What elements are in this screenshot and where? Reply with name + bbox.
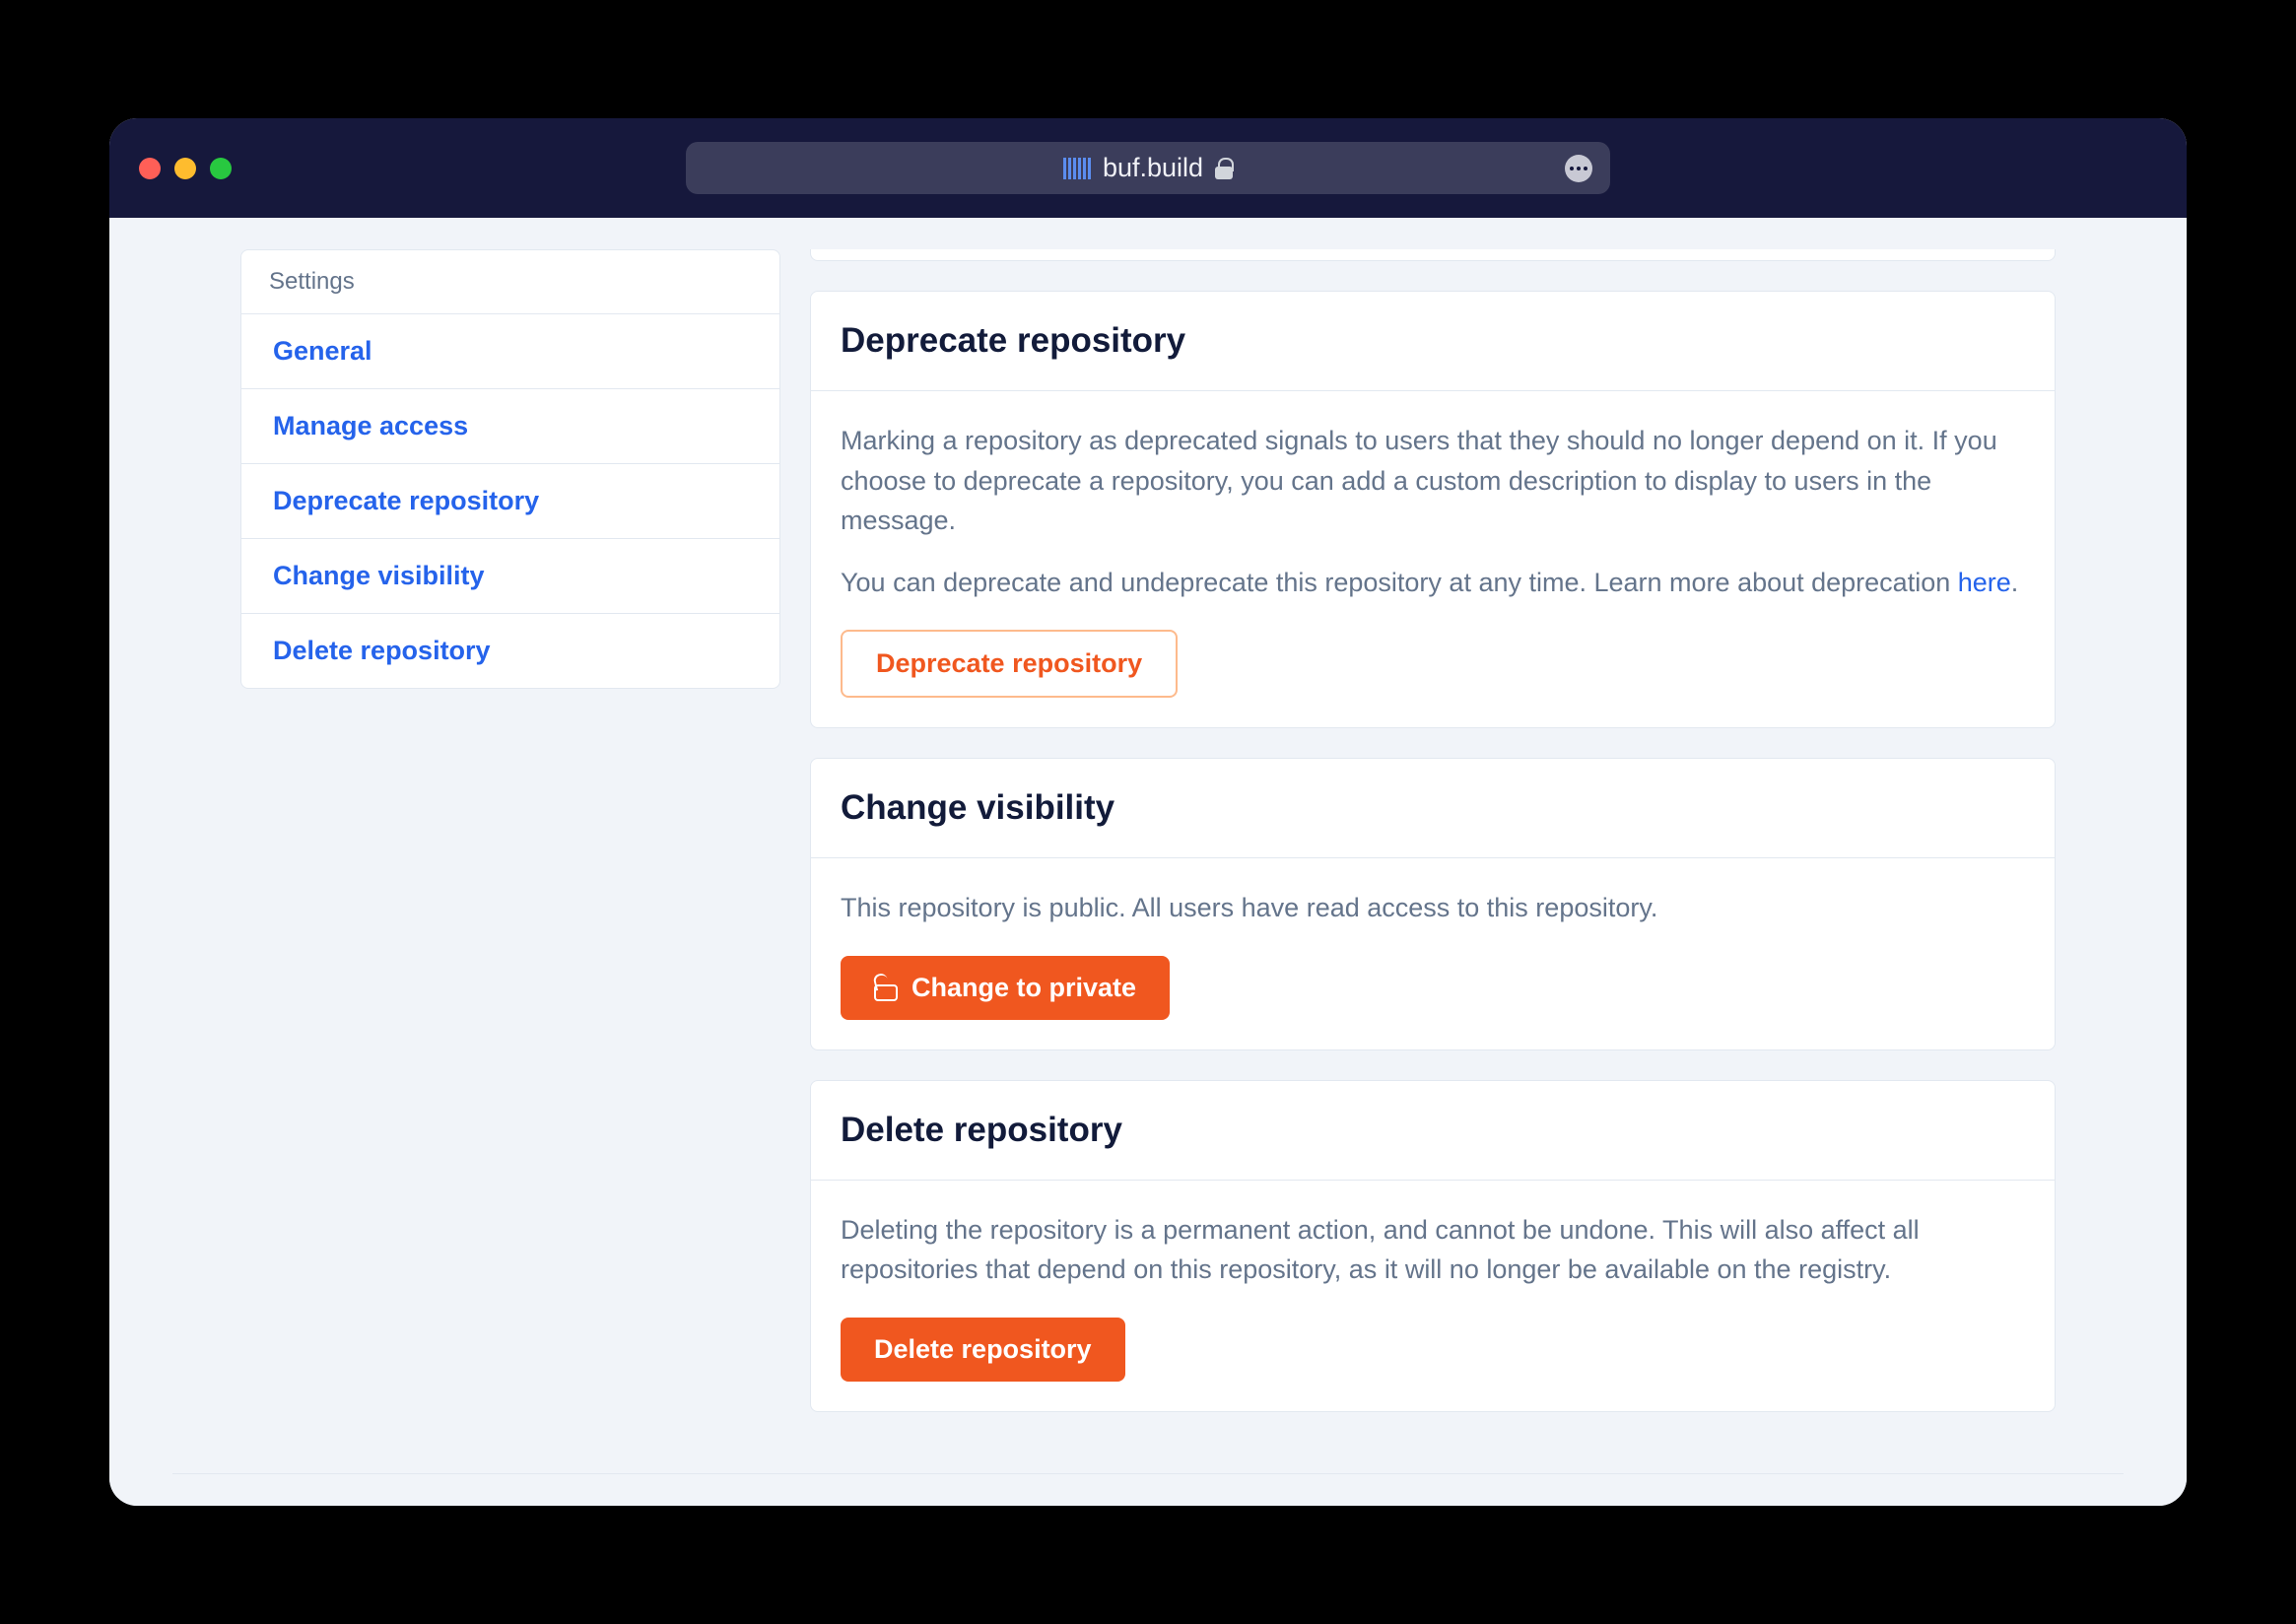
sidebar-item-manage-access[interactable]: Manage access — [241, 389, 779, 464]
sidebar-item-change-visibility[interactable]: Change visibility — [241, 539, 779, 614]
deprecation-learn-more-link[interactable]: here — [1958, 568, 2011, 597]
minimize-window-button[interactable] — [174, 158, 196, 179]
deprecate-repository-card: Deprecate repository Marking a repositor… — [810, 291, 2056, 728]
deprecate-repository-button[interactable]: Deprecate repository — [841, 630, 1178, 698]
sidebar-item-label: Manage access — [273, 411, 468, 440]
footer: Blog Docs Pricing Github Careers Communi… — [109, 1474, 2187, 1507]
site-identity-icon — [1063, 158, 1091, 179]
titlebar: buf.build — [109, 118, 2187, 218]
sidebar-item-deprecate-repository[interactable]: Deprecate repository — [241, 464, 779, 539]
change-to-private-button[interactable]: Change to private — [841, 956, 1170, 1020]
change-visibility-card: Change visibility This repository is pub… — [810, 758, 2056, 1050]
visibility-description: This repository is public. All users hav… — [841, 888, 2025, 928]
address-bar-url: buf.build — [1103, 153, 1203, 183]
unlock-icon — [874, 974, 898, 1001]
sidebar-item-label: General — [273, 336, 372, 366]
sidebar-item-label: Delete repository — [273, 636, 491, 665]
close-window-button[interactable] — [139, 158, 161, 179]
page-content: Settings General Manage access Deprecate… — [109, 218, 2187, 1506]
delete-description: Deleting the repository is a permanent a… — [841, 1210, 2025, 1290]
deprecate-title: Deprecate repository — [841, 321, 2025, 361]
sidebar-title: Settings — [241, 250, 779, 314]
address-bar-menu-button[interactable] — [1565, 155, 1592, 182]
visibility-title: Change visibility — [841, 788, 2025, 828]
sidebar-item-label: Deprecate repository — [273, 486, 539, 515]
delete-title: Delete repository — [841, 1111, 2025, 1150]
sidebar-item-general[interactable]: General — [241, 314, 779, 389]
traffic-lights — [139, 158, 232, 179]
maximize-window-button[interactable] — [210, 158, 232, 179]
deprecate-description-2: You can deprecate and undeprecate this r… — [841, 563, 2025, 603]
browser-window: buf.build Settings General Manage access… — [109, 118, 2187, 1506]
main-panel: Deprecate repository Marking a repositor… — [810, 249, 2056, 1412]
deprecate-description-1: Marking a repository as deprecated signa… — [841, 421, 2025, 541]
settings-sidebar: Settings General Manage access Deprecate… — [240, 249, 780, 1412]
delete-repository-button[interactable]: Delete repository — [841, 1318, 1125, 1382]
delete-repository-card: Delete repository Deleting the repositor… — [810, 1080, 2056, 1412]
previous-card-edge — [810, 249, 2056, 261]
lock-icon — [1215, 158, 1233, 179]
sidebar-item-label: Change visibility — [273, 561, 485, 590]
address-bar[interactable]: buf.build — [686, 142, 1610, 194]
sidebar-item-delete-repository[interactable]: Delete repository — [241, 614, 779, 688]
